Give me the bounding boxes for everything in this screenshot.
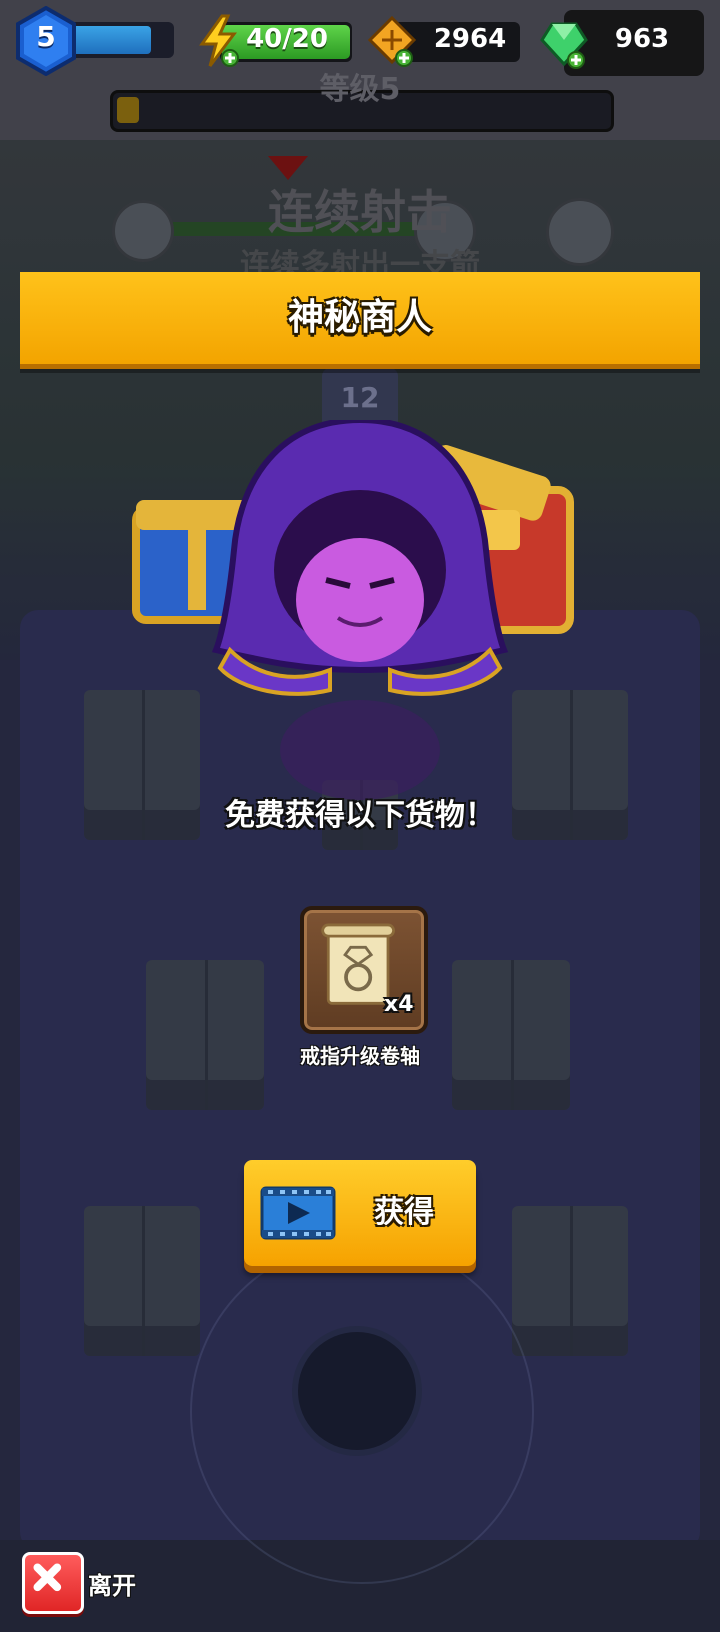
item-quantity: x4 bbox=[384, 992, 414, 1017]
coin-diamond-icon bbox=[367, 15, 417, 67]
item-name: 戒指升级卷轴 bbox=[300, 1044, 420, 1068]
mystery-merchant-icon bbox=[132, 420, 574, 800]
video-ad-icon bbox=[260, 1186, 336, 1240]
close-icon bbox=[33, 1563, 62, 1592]
get-button-label: 获得 bbox=[374, 1195, 434, 1230]
dialog-title: 神秘商人 bbox=[287, 297, 432, 338]
energy-value: 40/20 bbox=[246, 24, 328, 54]
leave-button[interactable] bbox=[22, 1552, 84, 1614]
gem-value: 963 bbox=[614, 24, 670, 54]
coin-value: 2964 bbox=[433, 24, 507, 54]
xp-bar-fill bbox=[70, 26, 152, 54]
offer-text: 免费获得以下货物！ bbox=[225, 798, 495, 833]
xp-bar bbox=[70, 22, 174, 58]
player-level: 5 bbox=[36, 20, 56, 53]
title-banner: 神秘商人 bbox=[20, 272, 700, 369]
get-reward-button[interactable]: 获得 bbox=[244, 1160, 476, 1266]
green-gem-icon bbox=[540, 22, 588, 69]
leave-label[interactable]: 离开 bbox=[88, 1566, 136, 1601]
